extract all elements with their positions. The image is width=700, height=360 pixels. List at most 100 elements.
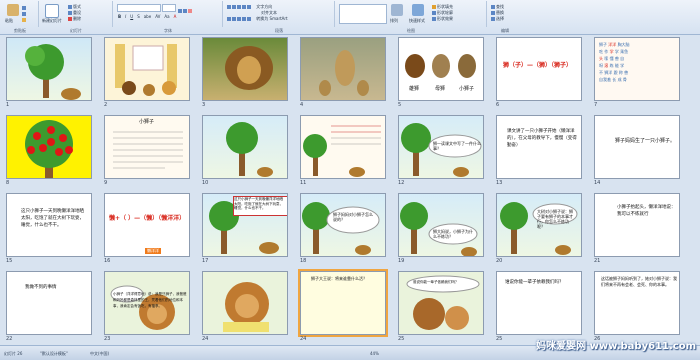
paste-button[interactable]: 粘贴 bbox=[5, 18, 13, 24]
slide-thumbnail[interactable]: 雄狮 母狮 小狮子 bbox=[398, 37, 484, 101]
quick-styles-icon[interactable] bbox=[412, 4, 424, 16]
copy-icon[interactable] bbox=[22, 12, 26, 16]
slide-label: 母狮 bbox=[435, 86, 446, 92]
slide-thumbnail[interactable]: 狮一读课文中写了一件什么事？ bbox=[398, 115, 484, 179]
slide-number: 10 bbox=[202, 180, 209, 186]
numbering-icon[interactable] bbox=[232, 5, 236, 9]
columns-icon[interactable] bbox=[247, 17, 251, 21]
shape-fill-icon bbox=[432, 5, 436, 9]
tree-speech-scene bbox=[400, 202, 478, 256]
word: 长 bbox=[612, 77, 617, 82]
slides-group-label: 幻灯片 bbox=[70, 28, 82, 33]
slide-text: 课文讲了一只小狮子开始（懒洋洋的），在父母的教导下，慢慢（变得勤奋） bbox=[507, 129, 577, 148]
font-color-button[interactable]: A bbox=[173, 14, 178, 19]
slide-number: 16 bbox=[104, 258, 111, 264]
slide-number: 8 bbox=[6, 180, 10, 186]
slide-thumbnail[interactable] bbox=[300, 115, 386, 179]
slide-thumbnail[interactable] bbox=[202, 115, 288, 179]
slide-number: 20 bbox=[496, 258, 503, 264]
slide-number: 2 bbox=[104, 102, 108, 108]
font-size-box[interactable] bbox=[162, 4, 177, 12]
font-name-box[interactable] bbox=[117, 4, 161, 12]
case-button[interactable]: Aa bbox=[163, 14, 170, 19]
bullets-icon[interactable] bbox=[227, 5, 231, 9]
slide-thumbnail[interactable] bbox=[202, 37, 288, 101]
word: 兽 bbox=[624, 70, 629, 75]
shape-effects-icon bbox=[432, 17, 436, 21]
new-slide-button[interactable]: 新建幻灯片 bbox=[42, 18, 62, 24]
slide-thumbnail[interactable]: 小狮子抬起头，懒洋洋地说：我可以不练就行 bbox=[594, 193, 680, 257]
slide-number: 5 bbox=[398, 102, 402, 108]
word: 呀 bbox=[599, 63, 603, 68]
underline-button[interactable]: U bbox=[129, 14, 134, 19]
line-spacing-icon[interactable] bbox=[247, 5, 251, 9]
delete-button[interactable]: 删除 bbox=[68, 16, 81, 22]
arrange-button[interactable]: 排列 bbox=[390, 18, 398, 24]
slide-thumbnail[interactable]: 这话被狮子妈妈听到了，她对小狮子说：我们将来不再有会老、会死、你的本事。 bbox=[594, 271, 680, 335]
word: 懂 bbox=[609, 56, 614, 61]
slide-thumbnail[interactable] bbox=[300, 37, 386, 101]
shadow-button[interactable]: abe bbox=[143, 14, 152, 19]
ribbon: 粘贴 剪贴板 新建幻灯片 版式 重设 删除 幻灯片 B I U Sabe AV Aa A 字… bbox=[0, 0, 700, 35]
slide-thumbnail-selected[interactable]: 狮子大王说：将来谁靠什么活？ bbox=[298, 269, 388, 337]
editing-group: 查找 替换 选择 编辑 bbox=[488, 1, 522, 33]
slide-thumbnail[interactable] bbox=[6, 115, 92, 179]
spacing-button[interactable]: AV bbox=[154, 14, 161, 19]
slide-thumbnail[interactable]: 小狮子 bbox=[104, 115, 190, 179]
word: 洋洋 bbox=[608, 42, 617, 47]
arrange-icon[interactable] bbox=[391, 4, 403, 16]
cut-icon[interactable] bbox=[22, 6, 26, 10]
status-zoom[interactable]: 44% bbox=[370, 351, 379, 356]
slide-thumbnail[interactable]: 谁说你能一辈子依赖我们吗？ bbox=[496, 271, 582, 335]
italic-button[interactable]: I bbox=[124, 14, 127, 19]
slide-thumbnail[interactable]: 狮子 洋洋 胸大脑 吃 作 学 学 乘鱼 头 嗦 懂 兽 自 呀 滚 练 能 学… bbox=[594, 37, 680, 101]
shape-effects-button[interactable]: 形状效果 bbox=[432, 16, 453, 22]
slide-thumbnail[interactable] bbox=[104, 37, 190, 101]
slide-thumbnail[interactable] bbox=[202, 271, 288, 335]
slide-sorter: 1 2 3 4 雄狮 母狮 小狮子 5 狮（子）—（狮）（狮子） 6 狮子 洋洋… bbox=[0, 35, 700, 345]
bold-button[interactable]: B bbox=[117, 14, 122, 19]
slide-thumbnail[interactable]: 这只小狮子一天到晚懒洋洋地晒太阳，吃饱了就在大树下玩耍，睡觉，什么也不干。 bbox=[202, 193, 288, 257]
lioness-cubs-photo bbox=[319, 50, 369, 96]
slide-number: 11 bbox=[300, 180, 307, 186]
paste-icon[interactable] bbox=[7, 4, 19, 16]
quick-styles-button[interactable]: 快速样式 bbox=[409, 18, 425, 24]
slide-thumbnail[interactable]: 懒+（ ）—（懒）（懒洋洋） 懒洋洋 bbox=[104, 193, 190, 257]
word: 自我羞 bbox=[599, 77, 611, 82]
align-left-icon[interactable] bbox=[227, 17, 231, 21]
select-icon bbox=[491, 17, 495, 21]
delete-label: 删除 bbox=[73, 16, 81, 21]
slide-thumbnail[interactable]: 狮（子）—（狮）（狮子） bbox=[496, 37, 582, 101]
align-text-button[interactable]: 对齐文本 bbox=[261, 10, 277, 15]
convert-smartart-button[interactable]: 转换为 SmartArt bbox=[256, 16, 287, 21]
format-painter-icon[interactable] bbox=[22, 18, 26, 22]
slide-thumbnail[interactable] bbox=[6, 37, 92, 101]
slide-thumbnail[interactable]: 课文讲了一只小狮子开始（懒洋洋的），在父母的教导下，慢慢（变得勤奋） bbox=[496, 115, 582, 179]
indent-decrease-icon[interactable] bbox=[237, 5, 241, 9]
slide-label: 小狮子 bbox=[459, 86, 475, 92]
slide-thumbnail[interactable]: 我做不到的事情 bbox=[6, 271, 92, 335]
slide-thumbnail[interactable]: 这只小狮子一天到晚懒洋洋地晒太阳，吃饱了就在大树下玩耍，睡觉，什么也不干。 bbox=[6, 193, 92, 257]
word: 兽 bbox=[614, 56, 619, 61]
align-right-icon[interactable] bbox=[237, 17, 241, 21]
shapes-gallery[interactable] bbox=[339, 4, 387, 24]
justify-icon[interactable] bbox=[242, 17, 246, 21]
new-slide-icon[interactable] bbox=[45, 4, 59, 18]
clear-format-icon[interactable] bbox=[187, 9, 192, 13]
strike-button[interactable]: S bbox=[136, 14, 141, 19]
slide-thumbnail[interactable]: 狮子妈妈生了一只小狮子。 bbox=[594, 115, 680, 179]
grow-font-icon[interactable] bbox=[177, 9, 182, 13]
indent-increase-icon[interactable] bbox=[242, 5, 246, 9]
word: 狮子 bbox=[599, 42, 607, 47]
shrink-font-icon[interactable] bbox=[182, 9, 187, 13]
align-center-icon[interactable] bbox=[232, 17, 236, 21]
slide-thumbnail[interactable]: 狮子妈妈对小狮子怎么说的？ bbox=[300, 193, 386, 257]
slide-thumbnail[interactable]: 狮大妈说，小狮子为什么不练功？ bbox=[398, 193, 484, 257]
slide-thumbnail[interactable]: 谁说你能一辈子依赖我们吗？ bbox=[398, 271, 484, 335]
slide-thumbnail[interactable]: 大树对小狮子说：狮子要有狮子的本事才行，你怎么不练功呢？ bbox=[496, 193, 582, 257]
text-direction-button[interactable]: 文字方向 bbox=[256, 4, 272, 9]
slide-thumbnail[interactable]: 小狮子（洋洋得意地）说：我是只狮子，我爸爸和妈妈都是森林里的王，凭着他们的地位和… bbox=[104, 271, 190, 335]
replace-icon bbox=[491, 11, 495, 15]
slide-text: 懒+（ ）—（懒）（懒洋洋） bbox=[109, 215, 186, 222]
select-button[interactable]: 选择 bbox=[491, 16, 504, 22]
